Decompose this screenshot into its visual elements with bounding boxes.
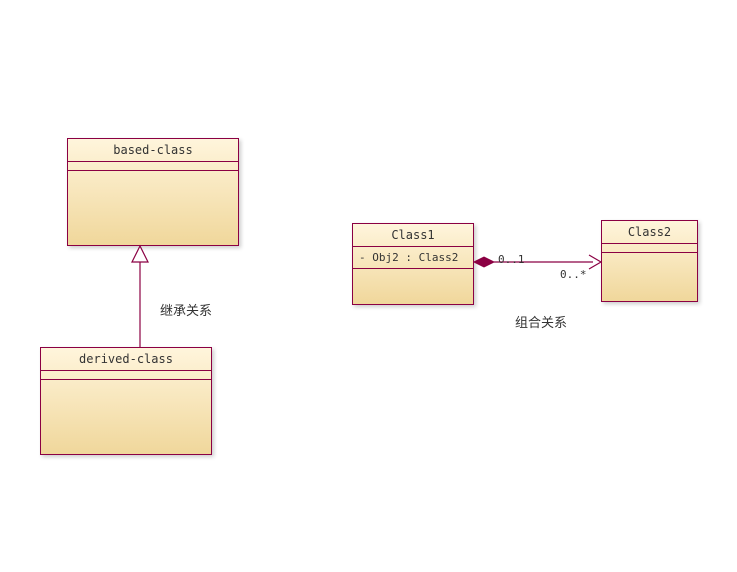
multiplicity-right: 0..*: [560, 268, 587, 281]
multiplicity-left: 0..1: [498, 253, 525, 266]
class-methods: [602, 253, 697, 263]
inheritance-label: 继承关系: [160, 300, 212, 319]
class-methods: [68, 171, 238, 181]
class-attributes: [68, 162, 238, 171]
class-box-derived-class: derived-class: [40, 347, 212, 455]
class-methods: [41, 380, 211, 390]
composition-label: 组合关系: [515, 312, 567, 331]
class-title: based-class: [68, 139, 238, 162]
class-title: Class1: [353, 224, 473, 247]
class-methods: [353, 269, 473, 279]
class-attributes: [41, 371, 211, 380]
class-attributes: - Obj2 : Class2: [353, 247, 473, 269]
class-box-class1: Class1 - Obj2 : Class2: [352, 223, 474, 305]
class-title: Class2: [602, 221, 697, 244]
class-box-based-class: based-class: [67, 138, 239, 246]
class-box-class2: Class2: [601, 220, 698, 302]
class-title: derived-class: [41, 348, 211, 371]
class-attributes: [602, 244, 697, 253]
